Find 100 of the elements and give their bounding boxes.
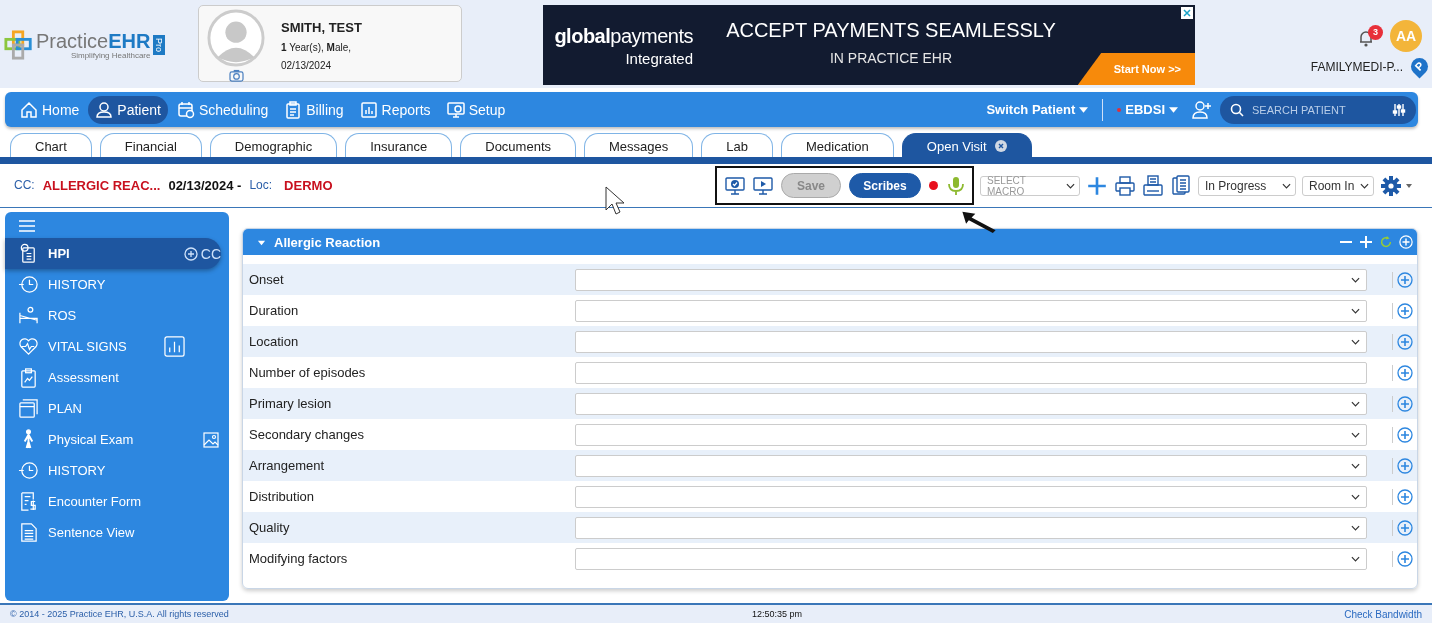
provider-dropdown[interactable]: EBDSI	[1111, 101, 1184, 118]
caret-icon[interactable]	[1079, 106, 1089, 113]
windows-icon[interactable]	[18, 398, 39, 419]
ad-brand: globalpayments	[553, 25, 693, 48]
tab[interactable]: Medication	[780, 133, 894, 158]
clock-icon[interactable]	[18, 274, 39, 295]
sidebar-item[interactable]: ROS	[5, 300, 229, 331]
sidebar-item[interactable]: HISTORY	[5, 269, 229, 300]
add-user-icon[interactable]	[1192, 99, 1212, 120]
invoice-dollar-icon[interactable]	[18, 491, 39, 512]
dropdown-field[interactable]	[575, 330, 1367, 353]
chevron-down-icon[interactable]	[1351, 400, 1360, 407]
chevron-down-icon[interactable]	[1360, 182, 1369, 189]
chevron-down-icon[interactable]	[1351, 338, 1360, 345]
search-icon[interactable]	[1230, 102, 1244, 117]
chevron-down-icon[interactable]	[1351, 524, 1360, 531]
refresh-icon[interactable]	[1379, 235, 1393, 249]
monitor-play-icon[interactable]	[753, 175, 773, 196]
dropdown-field[interactable]	[575, 454, 1367, 477]
chevron-down-icon[interactable]	[1351, 555, 1360, 562]
printer-icon[interactable]	[1114, 174, 1136, 197]
bar-chart-icon[interactable]	[359, 100, 378, 119]
search-field[interactable]: SEARCH PATIENT	[1220, 95, 1416, 124]
sidebar-item[interactable]: PLAN	[5, 393, 229, 424]
add-cc-link[interactable]: CC	[183, 245, 221, 262]
tab[interactable]: Lab	[701, 133, 773, 158]
user-icon[interactable]	[95, 100, 114, 119]
check-bandwidth-link[interactable]: Check Bandwidth	[1344, 608, 1422, 620]
close-icon[interactable]	[994, 140, 1007, 152]
tab[interactable]: Demographic	[209, 133, 338, 158]
chevron-down-icon[interactable]	[1351, 493, 1360, 500]
ad-cta[interactable]: Start Now >>	[1077, 53, 1195, 85]
image-icon[interactable]	[203, 431, 219, 448]
filter-sliders-icon[interactable]	[1392, 102, 1406, 117]
clipboard-chart-icon[interactable]	[18, 367, 39, 388]
home-icon[interactable]	[20, 100, 38, 119]
dropdown-field[interactable]	[575, 485, 1367, 508]
menu-icon[interactable]	[19, 220, 35, 232]
settings-icon[interactable]	[1380, 174, 1414, 197]
patient-age-sex: 1 Year(s), Male,	[281, 42, 353, 53]
tab[interactable]: Open Visit	[901, 133, 1032, 158]
sidebar-item[interactable]: Assessment	[5, 362, 229, 393]
clock-icon[interactable]	[18, 460, 39, 481]
add-circle-icon[interactable]	[183, 246, 198, 261]
status-dropdown[interactable]: In Progress	[1198, 175, 1296, 196]
chevron-down-icon[interactable]	[1282, 182, 1291, 189]
caret-icon[interactable]	[1169, 106, 1178, 113]
dropdown-field[interactable]	[575, 516, 1367, 539]
tab[interactable]: Financial	[99, 133, 202, 158]
dropdown-field[interactable]	[575, 423, 1367, 446]
dropdown-field[interactable]	[575, 299, 1367, 322]
monitor-icon[interactable]	[446, 100, 465, 119]
tab[interactable]: Messages	[584, 133, 694, 158]
room-dropdown[interactable]: Room In	[1302, 175, 1374, 196]
nav-item[interactable]: Home	[13, 95, 87, 124]
close-icon[interactable]	[1181, 7, 1193, 19]
document-icon[interactable]	[18, 522, 39, 543]
chevron-down-icon[interactable]	[1351, 431, 1360, 438]
nav-item[interactable]: Reports	[352, 95, 438, 124]
plus-icon[interactable]	[1086, 174, 1108, 197]
cross-logo-icon	[4, 30, 34, 60]
chevron-down-icon[interactable]	[1066, 182, 1075, 189]
field-label: Arrangement	[248, 458, 326, 473]
dropdown-field[interactable]	[575, 392, 1367, 415]
nav-item[interactable]: Scheduling	[169, 95, 276, 124]
microphone-icon[interactable]	[946, 175, 966, 196]
sidebar-item[interactable]: Physical Exam	[5, 424, 229, 455]
dropdown-field[interactable]	[575, 547, 1367, 570]
sidebar-item[interactable]: Encounter Form	[5, 486, 229, 517]
heart-pulse-icon[interactable]	[18, 336, 39, 357]
nav-item[interactable]: Billing	[277, 95, 351, 124]
nav-item[interactable]: Setup	[439, 95, 513, 124]
ad-banner[interactable]: globalpayments Integrated ACCEPT PAYMENTS SEAMLESSLY IN PRACTICE EHR Start Now >>	[543, 5, 1195, 85]
camera-icon[interactable]	[229, 69, 244, 82]
tab[interactable]: Documents	[460, 133, 576, 158]
documents-icon[interactable]	[1170, 174, 1192, 197]
mouse-cursor-icon	[605, 186, 625, 216]
field-label: Secondary changes	[248, 427, 365, 442]
scribes-button[interactable]: Scribes	[849, 173, 921, 198]
bed-icon[interactable]	[18, 305, 39, 326]
clipboard-icon[interactable]	[284, 100, 303, 119]
sidebar-item[interactable]: HISTORY	[5, 455, 229, 486]
calendar-icon[interactable]	[176, 100, 195, 119]
bar-chart-icon[interactable]	[164, 336, 185, 357]
chevron-down-icon[interactable]	[1351, 462, 1360, 469]
fax-icon[interactable]	[1142, 174, 1164, 197]
macro-dropdown[interactable]: SELECT MACRO	[980, 175, 1080, 196]
chevron-down-icon[interactable]	[1351, 307, 1360, 314]
tab[interactable]: Insurance	[345, 133, 453, 158]
sidebar-item[interactable]: VITAL SIGNS	[5, 331, 229, 362]
search-input[interactable]: SEARCH PATIENT	[1250, 102, 1386, 117]
monitor-check-icon[interactable]	[725, 175, 745, 196]
chevron-down-icon[interactable]	[1351, 276, 1360, 283]
tab[interactable]: Chart	[10, 133, 92, 158]
switch-patient-dropdown[interactable]: Switch Patient	[980, 101, 1095, 118]
sidebar-item[interactable]: Sentence View	[5, 517, 229, 548]
sidebar-item[interactable]: HPI CC	[5, 238, 221, 269]
input-field[interactable]	[575, 361, 1367, 384]
dropdown-field[interactable]	[575, 268, 1367, 291]
nav-item[interactable]: Patient	[88, 95, 168, 124]
